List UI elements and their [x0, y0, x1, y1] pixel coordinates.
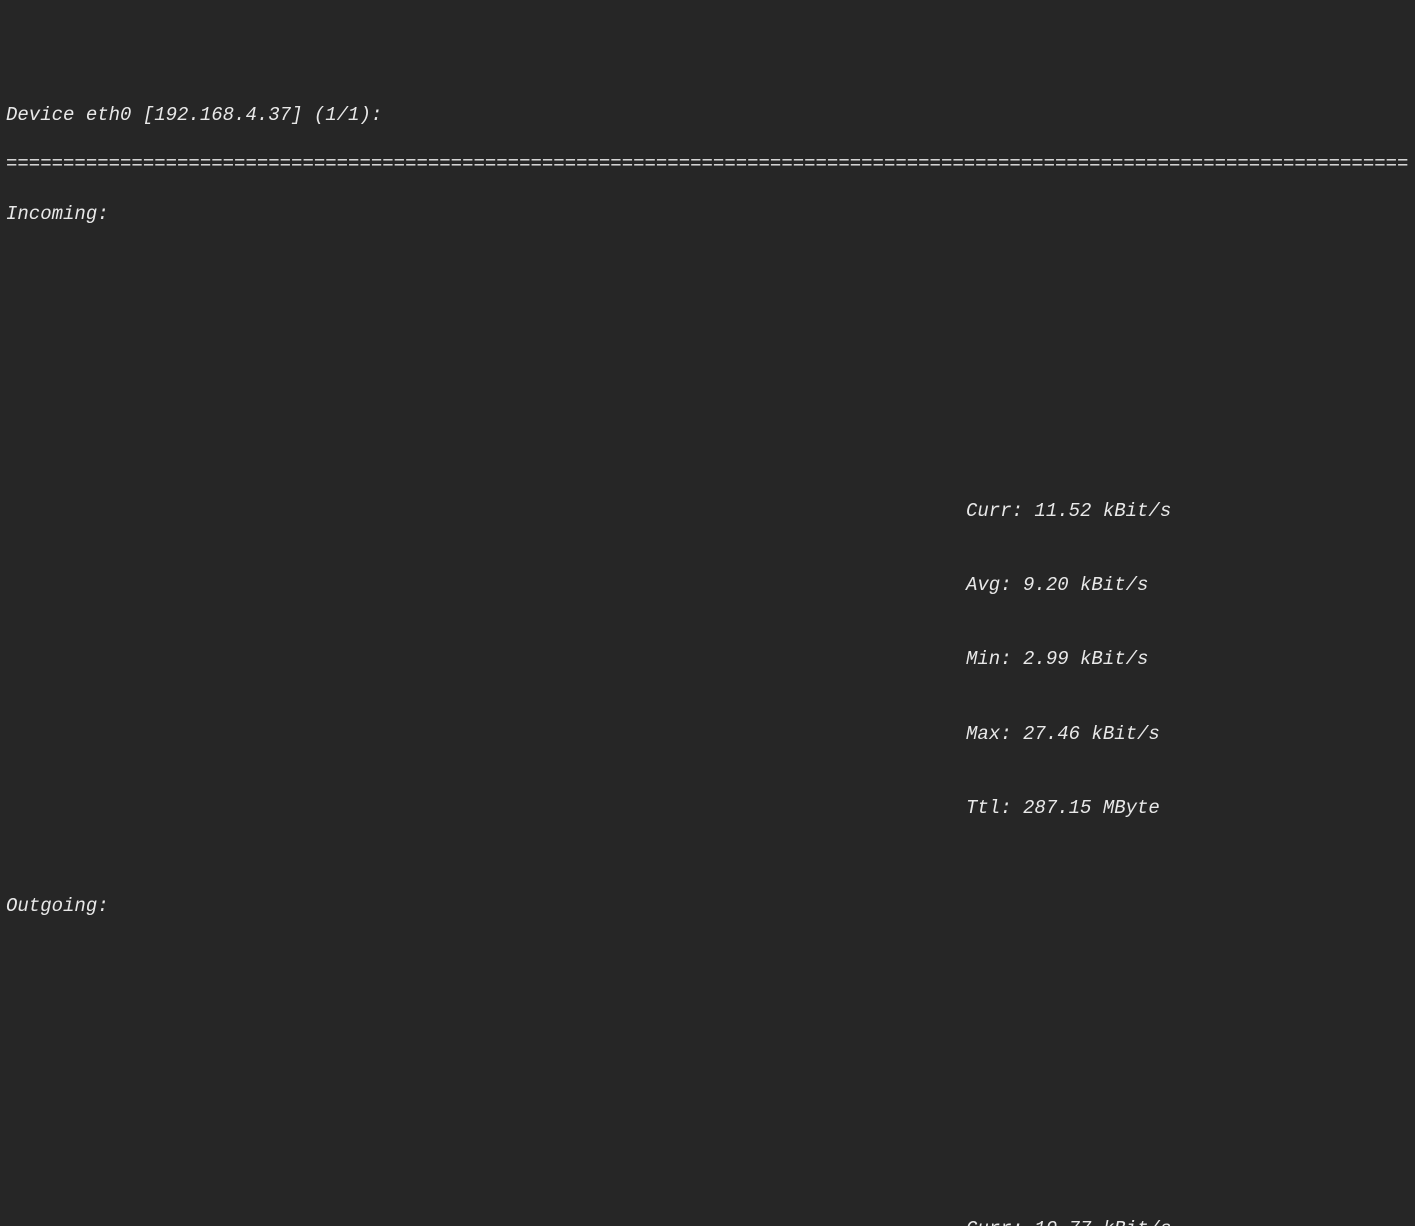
incoming-graph-area: [6, 276, 1409, 401]
incoming-min: Min: 2.99 kBit/s: [966, 647, 1409, 672]
incoming-ttl: Ttl: 287.15 MByte: [966, 796, 1409, 821]
device-header: Device eth0 [192.168.4.37] (1/1):: [6, 103, 1409, 128]
outgoing-stats: Curr: 19.77 kBit/s Avg: 32.39 kBit/s Min…: [966, 1168, 1409, 1226]
incoming-stats: Curr: 11.52 kBit/s Avg: 9.20 kBit/s Min:…: [966, 450, 1409, 845]
incoming-max: Max: 27.46 kBit/s: [966, 722, 1409, 747]
incoming-curr: Curr: 11.52 kBit/s: [966, 499, 1409, 524]
outgoing-curr: Curr: 19.77 kBit/s: [966, 1217, 1409, 1226]
outgoing-label: Outgoing:: [6, 894, 1409, 919]
incoming-avg: Avg: 9.20 kBit/s: [966, 573, 1409, 598]
outgoing-graph-area: [6, 968, 1409, 1118]
divider-line: ========================================…: [6, 152, 1409, 177]
incoming-label: Incoming:: [6, 202, 1409, 227]
